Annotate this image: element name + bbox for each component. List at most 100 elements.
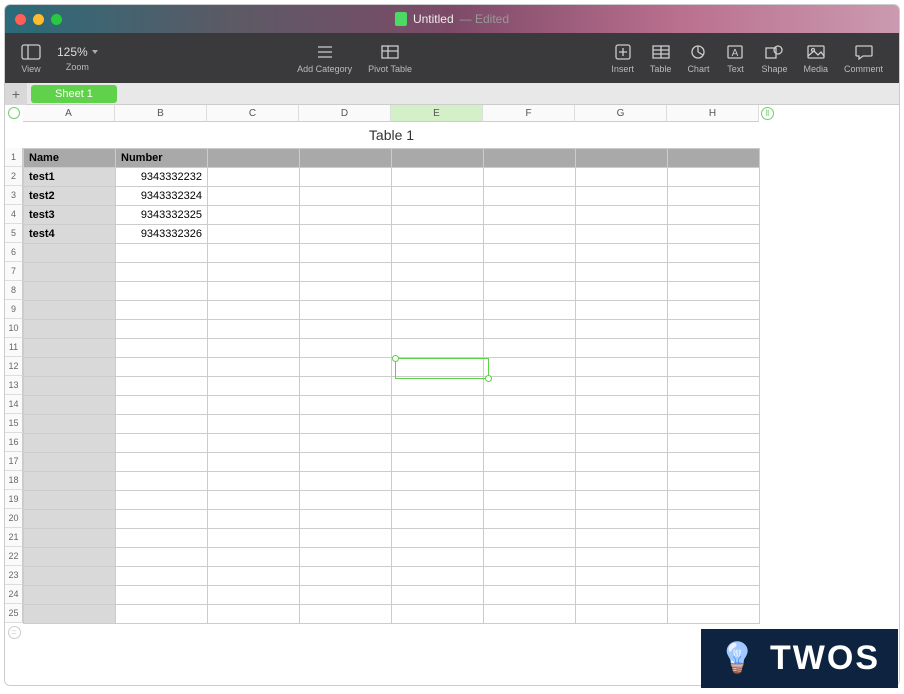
cell[interactable] (392, 548, 484, 567)
cell[interactable] (116, 586, 208, 605)
cell[interactable] (668, 415, 760, 434)
row-header[interactable]: 19 (5, 490, 23, 509)
cell[interactable] (576, 168, 668, 187)
cell[interactable] (116, 510, 208, 529)
cell[interactable] (208, 187, 300, 206)
cell[interactable] (392, 415, 484, 434)
table-row[interactable]: test29343332324 (24, 187, 760, 206)
cell[interactable] (484, 415, 576, 434)
cell[interactable] (668, 377, 760, 396)
cell[interactable] (24, 472, 116, 491)
cell[interactable] (116, 244, 208, 263)
cell[interactable] (576, 472, 668, 491)
table-row[interactable] (24, 320, 760, 339)
cell[interactable] (392, 263, 484, 282)
cell[interactable] (208, 282, 300, 301)
cell[interactable] (24, 263, 116, 282)
cell[interactable] (392, 396, 484, 415)
cell[interactable] (576, 206, 668, 225)
cell[interactable] (392, 187, 484, 206)
cell[interactable] (300, 548, 392, 567)
cell[interactable] (208, 149, 300, 168)
row-header[interactable]: 5 (5, 224, 23, 243)
cell[interactable] (576, 320, 668, 339)
cell[interactable] (392, 168, 484, 187)
cell[interactable] (668, 605, 760, 624)
close-icon[interactable] (15, 14, 26, 25)
cell[interactable] (576, 396, 668, 415)
cell[interactable] (392, 453, 484, 472)
row-header[interactable]: 22 (5, 547, 23, 566)
cell[interactable] (24, 339, 116, 358)
cell[interactable] (668, 586, 760, 605)
cell[interactable] (392, 377, 484, 396)
cell[interactable] (24, 586, 116, 605)
cell[interactable] (208, 244, 300, 263)
cell[interactable] (116, 377, 208, 396)
add-column-button[interactable]: ‖ (759, 105, 776, 122)
cell[interactable] (392, 244, 484, 263)
cell[interactable] (24, 358, 116, 377)
cell[interactable] (300, 339, 392, 358)
cell[interactable] (576, 339, 668, 358)
cell[interactable] (484, 548, 576, 567)
cell[interactable] (392, 510, 484, 529)
cell[interactable] (484, 472, 576, 491)
cell[interactable] (484, 187, 576, 206)
cell[interactable] (24, 453, 116, 472)
cell[interactable] (576, 548, 668, 567)
column-header[interactable]: H (667, 105, 759, 122)
cell[interactable] (576, 358, 668, 377)
row-header[interactable]: 8 (5, 281, 23, 300)
cell[interactable] (484, 149, 576, 168)
cell[interactable] (24, 529, 116, 548)
table-row[interactable] (24, 415, 760, 434)
cell[interactable] (576, 529, 668, 548)
cell[interactable] (300, 377, 392, 396)
table-row[interactable] (24, 510, 760, 529)
cell[interactable] (392, 472, 484, 491)
table-row[interactable] (24, 453, 760, 472)
cell[interactable] (668, 282, 760, 301)
chart-button[interactable]: Chart (679, 43, 717, 74)
cell[interactable] (24, 434, 116, 453)
cell[interactable] (392, 567, 484, 586)
row-header[interactable]: 4 (5, 205, 23, 224)
maximize-icon[interactable] (51, 14, 62, 25)
cell[interactable] (116, 472, 208, 491)
cell[interactable] (392, 339, 484, 358)
cell[interactable] (392, 491, 484, 510)
cell[interactable] (300, 586, 392, 605)
row-header[interactable]: 23 (5, 566, 23, 585)
cell[interactable] (576, 149, 668, 168)
cell[interactable] (668, 548, 760, 567)
cell[interactable] (668, 567, 760, 586)
add-row-button[interactable]: = (5, 623, 23, 641)
cell[interactable] (392, 282, 484, 301)
table-row[interactable] (24, 244, 760, 263)
cell[interactable]: 9343332324 (116, 187, 208, 206)
cell[interactable] (300, 301, 392, 320)
cell[interactable] (576, 225, 668, 244)
cell[interactable] (392, 586, 484, 605)
cell[interactable] (576, 187, 668, 206)
cell[interactable]: Name (24, 149, 116, 168)
cell[interactable] (576, 301, 668, 320)
cell[interactable] (576, 453, 668, 472)
cell[interactable] (300, 206, 392, 225)
document-title[interactable]: Untitled — Edited (395, 12, 509, 26)
cell[interactable] (300, 415, 392, 434)
cell[interactable] (24, 282, 116, 301)
cell[interactable] (208, 225, 300, 244)
cell[interactable]: 9343332326 (116, 225, 208, 244)
cell[interactable] (392, 301, 484, 320)
cell[interactable] (668, 529, 760, 548)
insert-button[interactable]: Insert (603, 43, 642, 74)
cell[interactable] (300, 491, 392, 510)
cell[interactable] (668, 453, 760, 472)
cell[interactable] (668, 149, 760, 168)
cell[interactable] (484, 168, 576, 187)
cell[interactable] (208, 168, 300, 187)
cell[interactable] (576, 491, 668, 510)
cell[interactable] (576, 244, 668, 263)
